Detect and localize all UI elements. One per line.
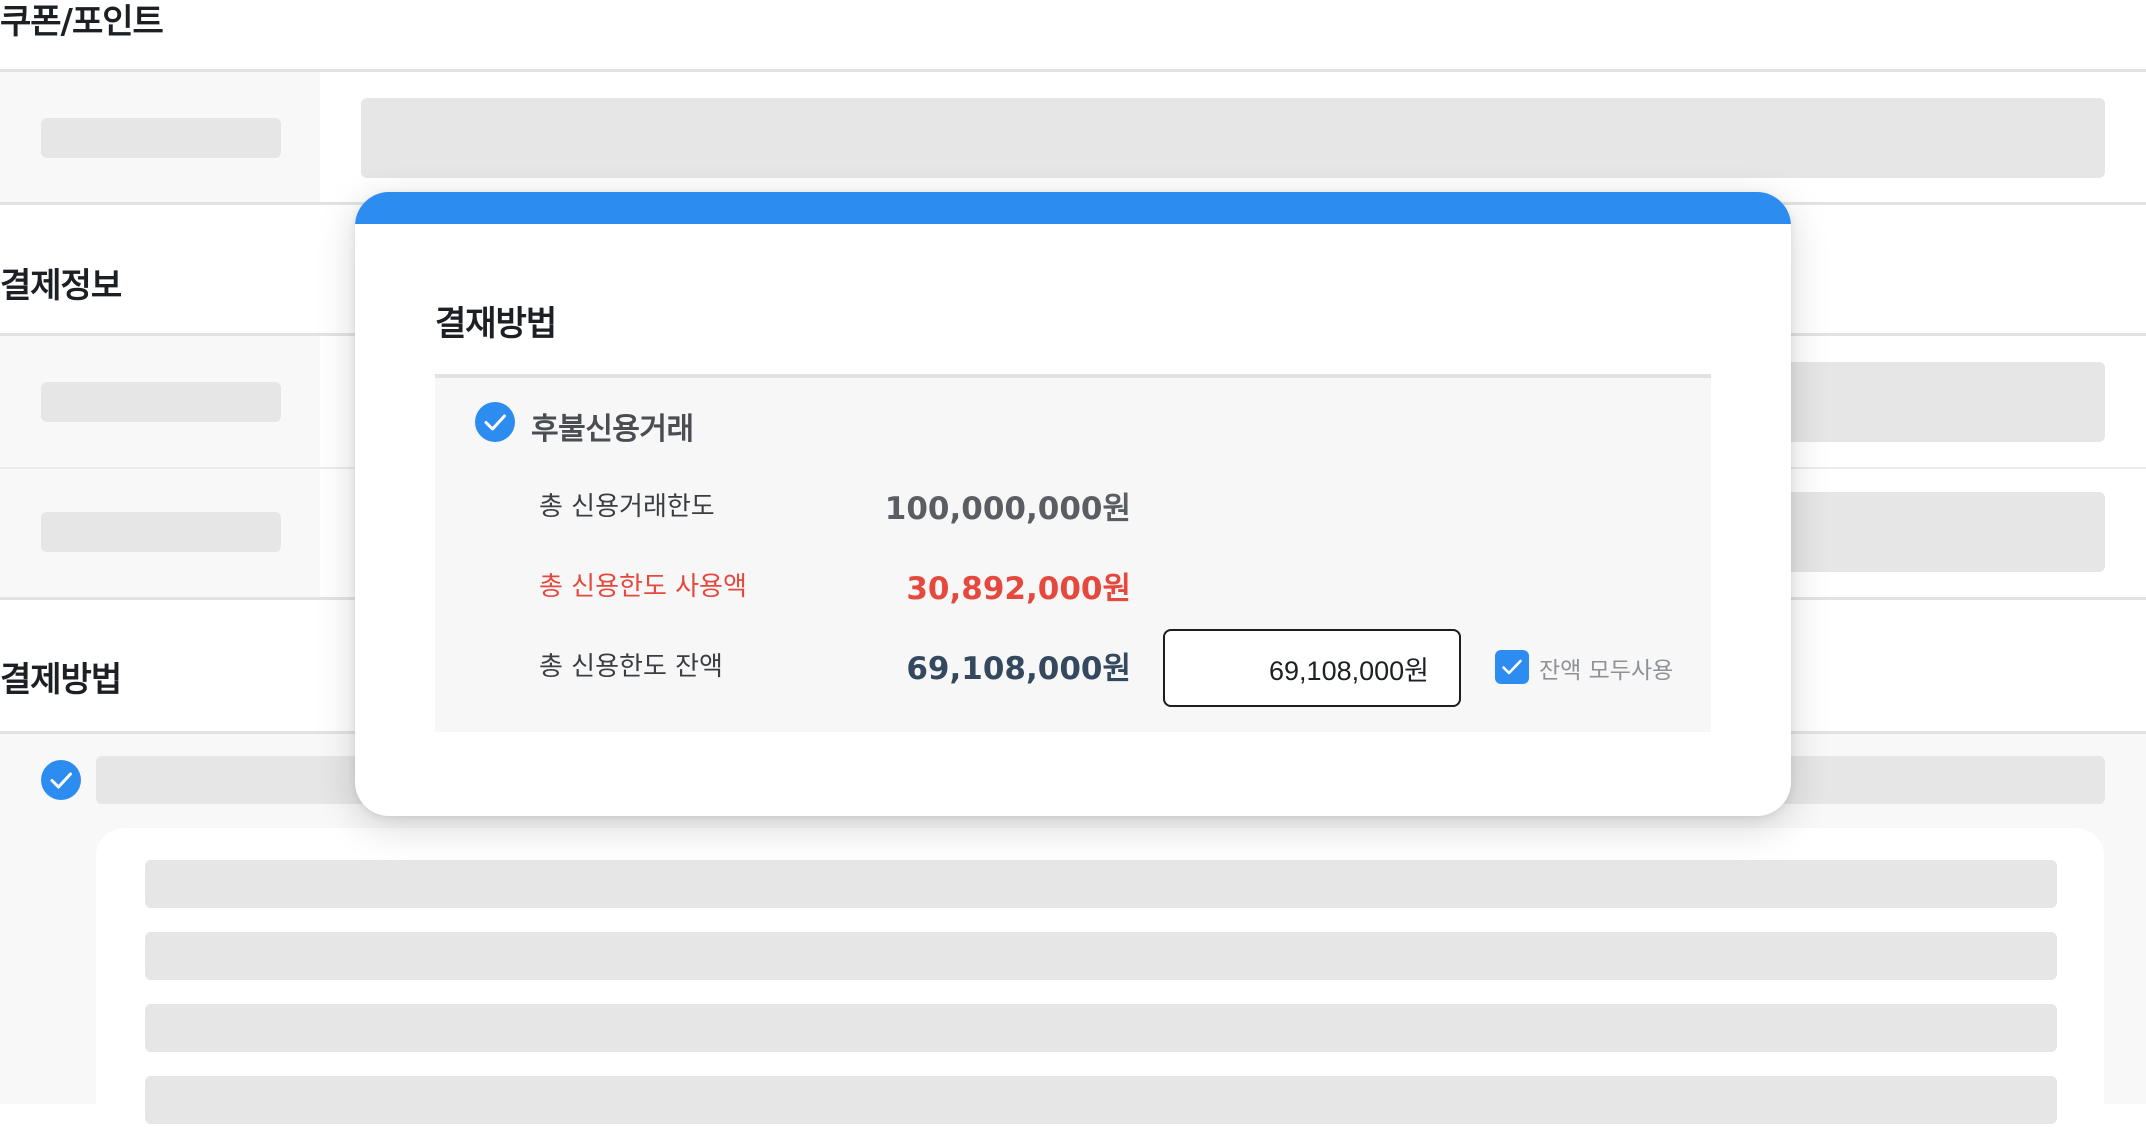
payment-info-label-placeholder xyxy=(41,512,281,552)
detail-placeholder xyxy=(145,1076,2057,1124)
check-icon xyxy=(50,772,72,789)
modal-title: 결재방법 xyxy=(435,304,557,344)
section-title-coupon-point: 쿠폰/포인트 xyxy=(0,2,164,42)
credit-option-radio[interactable] xyxy=(475,402,515,442)
check-icon xyxy=(484,414,506,431)
use-all-balance-label[interactable]: 잔액 모두사용 xyxy=(1539,651,1673,685)
credit-balance-label: 총 신용한도 잔액 xyxy=(539,652,723,682)
detail-placeholder xyxy=(145,860,2057,908)
modal-header-bar xyxy=(355,192,1791,224)
section-title-payment-method: 결제방법 xyxy=(0,660,122,700)
coupon-label-placeholder xyxy=(41,118,281,158)
credit-used-value: 30,892,000원 xyxy=(906,571,1131,607)
payment-info-label-placeholder xyxy=(41,382,281,422)
use-amount-input[interactable] xyxy=(1163,629,1461,707)
total-credit-limit-label: 총 신용거래한도 xyxy=(539,492,715,522)
payment-method-radio[interactable] xyxy=(41,760,81,800)
check-icon xyxy=(1502,659,1522,675)
detail-placeholder xyxy=(145,1004,2057,1052)
credit-used-label: 총 신용한도 사용액 xyxy=(539,572,747,602)
total-credit-limit-value: 100,000,000원 xyxy=(884,491,1131,527)
credit-balance-value: 69,108,000원 xyxy=(906,651,1131,687)
coupon-input-placeholder[interactable] xyxy=(361,98,2105,178)
credit-option-label[interactable]: 후불신용거래 xyxy=(531,404,694,448)
payment-method-modal: 결재방법 후불신용거래 총 신용거래한도 100,000,000원 총 신용한도… xyxy=(355,192,1791,816)
section-title-payment-info: 결제정보 xyxy=(0,266,122,306)
detail-placeholder xyxy=(145,932,2057,980)
use-all-balance-checkbox[interactable] xyxy=(1495,650,1529,684)
section-divider xyxy=(0,69,2146,72)
credit-option-panel: 후불신용거래 총 신용거래한도 100,000,000원 총 신용한도 사용액 … xyxy=(435,374,1711,732)
